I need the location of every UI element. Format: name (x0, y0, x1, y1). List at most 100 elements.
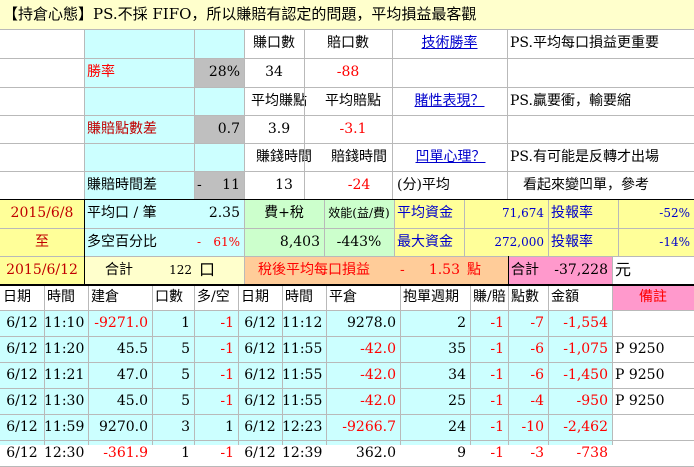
cell-date-in: 6/12 (6, 367, 38, 383)
currency-unit: 元 (612, 256, 694, 284)
grid-line (548, 284, 549, 445)
time-diff-dash: - (194, 171, 214, 199)
cell-date-in: 6/12 (6, 419, 38, 435)
note-1: PS.平均每口損益更重要 (510, 35, 659, 51)
grid-line (0, 228, 694, 229)
col-header-open-price: 建倉 (88, 284, 152, 310)
cell-date-out: 6/12 (244, 419, 276, 435)
gambler-link[interactable]: 賭性表現？ (392, 87, 507, 115)
cell-remark (612, 310, 694, 336)
long-short-value: 61% (206, 228, 244, 256)
loss-count: -88 (336, 64, 360, 80)
cell-open-price: 45.5 (116, 341, 148, 357)
long-short-label: 多空百分比 (84, 228, 194, 256)
col-header-time-out: 時間 (282, 284, 326, 310)
cell-points: -6 (530, 367, 544, 383)
pts-diff-label: 賺賠點數差 (87, 121, 157, 137)
cell-date-in: 6/12 (6, 393, 38, 409)
total-lots: 122 (154, 256, 196, 284)
cell-time-out: 11:12 (282, 315, 323, 331)
loss-count-label: 賠口數 (327, 35, 369, 51)
grid-line (0, 29, 694, 30)
grid-line (282, 284, 283, 445)
date-to: 2015/6/12 (0, 256, 84, 284)
win-time-label: 賺錢時間 (256, 149, 312, 165)
cell-close-price: -42.0 (360, 367, 396, 383)
cell-date-in: 6/12 (6, 445, 38, 461)
cell-hold-period: 34 (448, 367, 466, 383)
grid-line (470, 284, 471, 445)
win-count: 34 (265, 64, 283, 80)
win-rate-label: 勝率 (87, 64, 115, 80)
cell-date-in: 6/12 (6, 341, 38, 357)
cell-close-price: 9278.0 (347, 315, 396, 331)
grid-line (304, 29, 305, 199)
cell-remark: P 9250 (612, 362, 694, 388)
cell-time-in: 11:59 (44, 419, 85, 435)
total-label: 合計 (84, 256, 154, 284)
col-header-lots: 口數 (152, 284, 194, 310)
grid-line (324, 199, 325, 256)
cell-time-in: 11:21 (44, 367, 85, 383)
grid-line (464, 199, 465, 256)
cell-lots: 5 (181, 341, 190, 357)
cell-hold-period: 35 (448, 341, 466, 357)
cell-date-out: 6/12 (244, 445, 276, 461)
cell-points: -4 (530, 393, 544, 409)
note-2: PS.贏要衝，輸要縮 (510, 93, 631, 109)
grid-line (548, 199, 549, 256)
col-header-remark: 備註 (612, 284, 694, 310)
concave-link[interactable]: 凹單心理？ (394, 143, 507, 171)
long-short-dash: - (194, 228, 206, 256)
cell-hold-period: 25 (448, 393, 466, 409)
cell-lots: 5 (181, 393, 190, 409)
cell-amount: -1,075 (563, 341, 608, 357)
cell-time-out: 11:55 (282, 367, 323, 383)
cell-amount: -950 (576, 393, 608, 409)
note-3: PS.有可能是反轉才出場 (510, 149, 659, 165)
after-tax-dash: - (394, 256, 424, 284)
avg-loss-pts-label: 平均賠點 (325, 93, 381, 109)
roi-avg-label: 投報率 (548, 199, 618, 228)
cell-time-in: 11:30 (44, 393, 85, 409)
grid-line (244, 199, 245, 256)
avg-capital-label: 平均資金 (394, 199, 464, 228)
grid-line (88, 284, 89, 445)
spreadsheet: 【持倉心態】PS.不採 FIFO，所以賺賠有認定的問題，平均損益最客觀 賺口數 … (0, 0, 694, 467)
col-header-amount: 金額 (548, 284, 612, 310)
sheet-title: 【持倉心態】PS.不採 FIFO，所以賺賠有認定的問題，平均損益最客觀 (0, 0, 694, 29)
cell-win-loss: -1 (490, 445, 504, 461)
grid-line (507, 29, 508, 199)
cell-close-price: -42.0 (360, 393, 396, 409)
cell-hold-period: 24 (448, 419, 466, 435)
cell-date-in: 6/12 (6, 315, 38, 331)
cell-remark (612, 414, 694, 440)
cell-remark: P 9250 (612, 388, 694, 414)
grid-line (194, 29, 195, 199)
col-header-hold-period: 抱單週期 (400, 284, 470, 310)
cell-side: 1 (225, 419, 234, 435)
grid-line (612, 256, 613, 284)
grid-line (394, 199, 395, 256)
lots-unit: 口 (196, 256, 244, 284)
roi-avg-value: -52% (618, 199, 694, 228)
cell-time-in: 12:30 (44, 445, 85, 461)
cell-open-price: 45.0 (116, 393, 148, 409)
cell-amount: -1,450 (563, 367, 608, 383)
grid-line (194, 284, 195, 445)
grid-line (0, 440, 694, 441)
cell-win-loss: -1 (490, 315, 504, 331)
cell-date-out: 6/12 (244, 341, 276, 357)
cell-side: -1 (220, 367, 234, 383)
grid-line (0, 310, 694, 311)
note-4: 看起來變凹單，參考 (523, 177, 649, 193)
cell-lots: 5 (181, 367, 190, 383)
pts-diff-value: 0.7 (194, 115, 244, 143)
efficiency-label: 效能(益/費) (324, 199, 394, 228)
grid-line (84, 199, 85, 284)
minutes-avg-label: (分)平均 (397, 177, 450, 193)
grid-line (612, 284, 613, 445)
cell-remark (612, 440, 694, 466)
tech-win-rate-link[interactable]: 技術勝率 (392, 29, 507, 58)
cell-date-out: 6/12 (244, 393, 276, 409)
